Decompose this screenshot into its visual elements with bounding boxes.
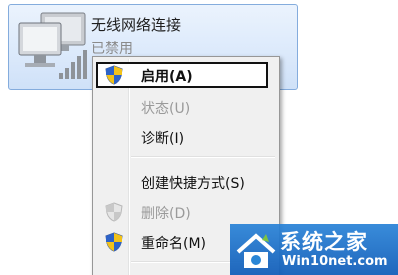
adapter-name: 无线网络连接	[91, 16, 182, 34]
site-watermark: 系统之家 Win10net.com	[230, 224, 398, 275]
menu-item-label: 重命名(M)	[141, 236, 207, 252]
menu-item-label: 诊断(I)	[141, 131, 185, 147]
house-logo-icon	[236, 233, 276, 268]
menu-item-enable[interactable]: 启用(A)	[96, 62, 268, 88]
menu-item-delete[interactable]: 删除(D)	[95, 199, 277, 225]
watermark-title: 系统之家	[280, 230, 368, 254]
menu-item-label: 状态(U)	[141, 101, 191, 117]
menu-separator	[131, 156, 275, 158]
uac-shield-icon	[105, 232, 123, 252]
menu-item-status[interactable]: 状态(U)	[95, 94, 277, 120]
adapter-status: 已禁用	[91, 41, 133, 57]
menu-item-label: 创建快捷方式(S)	[141, 176, 245, 192]
wireless-network-adapter-icon	[18, 12, 87, 79]
watermark-url: Win10net.com	[282, 254, 388, 269]
menu-item-create-shortcut[interactable]: 创建快捷方式(S)	[95, 169, 277, 195]
menu-item-label: 删除(D)	[141, 206, 191, 222]
uac-shield-icon	[105, 202, 123, 222]
uac-shield-icon	[105, 65, 123, 85]
menu-item-label: 启用(A)	[141, 69, 193, 85]
screen: 无线网络连接 已禁用 启用(A) 状态(U) 诊断(I) 创建快捷方式(S) 删…	[0, 0, 398, 275]
menu-item-diagnose[interactable]: 诊断(I)	[95, 124, 277, 150]
